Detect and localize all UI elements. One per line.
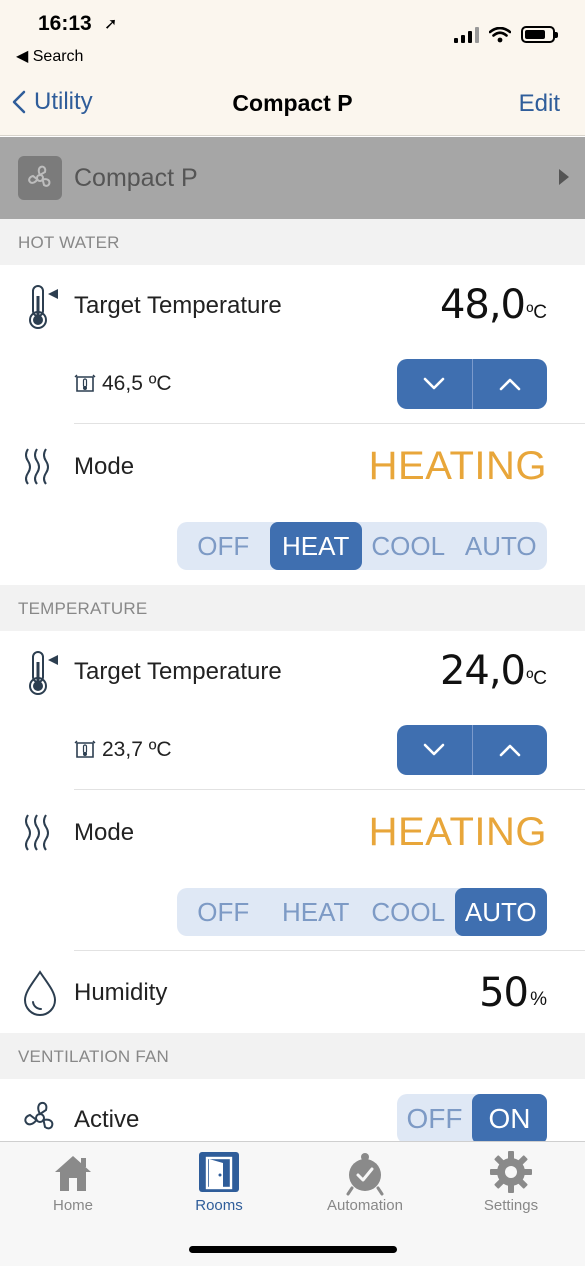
temperature-stepper[interactable] <box>397 359 547 409</box>
edit-button[interactable]: Edit <box>519 90 560 118</box>
increase-button[interactable] <box>471 359 548 409</box>
thermometer-icon <box>29 651 58 695</box>
temperature-unit: ºC <box>526 302 547 323</box>
chevron-down-icon <box>423 377 445 390</box>
mode-option-cool[interactable]: COOL <box>362 522 455 570</box>
wifi-icon <box>489 26 511 42</box>
tab-label: Rooms <box>195 1197 243 1214</box>
tab-label: Settings <box>483 1197 539 1214</box>
fan-icon <box>18 156 62 200</box>
device-name: Compact P <box>74 163 198 192</box>
chevron-up-icon <box>499 378 521 391</box>
tab-label: Automation <box>327 1197 403 1214</box>
door-icon <box>199 1152 239 1192</box>
mode-option-off[interactable]: OFF <box>177 888 270 936</box>
indoor-thermometer-icon <box>74 374 96 392</box>
page-title: Compact P <box>232 90 353 116</box>
target-temperature-value: 48,0 <box>439 282 526 328</box>
humidity-value: 50 <box>479 970 529 1016</box>
section-title: HOT WATER <box>18 233 120 252</box>
indoor-thermometer-icon <box>74 740 96 758</box>
mode-value: HEATING <box>368 444 547 488</box>
target-temperature-label: Target Temperature <box>74 292 282 319</box>
increase-button[interactable] <box>471 725 548 775</box>
target-temperature-label: Target Temperature <box>74 658 282 685</box>
chevron-up-icon <box>499 744 521 757</box>
home-indicator[interactable] <box>189 1246 397 1253</box>
mode-label: Mode <box>74 453 135 480</box>
mode-value: HEATING <box>368 810 547 854</box>
temperature-unit: ºC <box>526 668 547 689</box>
mode-option-heat[interactable]: HEAT <box>269 522 362 570</box>
toggle-option-on[interactable]: ON <box>472 1094 547 1144</box>
current-temperature: 23,7 ºC <box>74 738 172 762</box>
device-header[interactable]: Compact P <box>0 137 585 219</box>
decrease-button[interactable] <box>397 359 472 409</box>
mode-segmented-control[interactable]: OFF HEAT COOL AUTO <box>177 522 547 570</box>
battery-icon <box>521 26 558 43</box>
active-toggle[interactable]: OFF ON <box>397 1094 547 1144</box>
mode-option-auto[interactable]: AUTO <box>454 888 547 936</box>
cellular-signal-icon <box>454 26 479 43</box>
fan-icon <box>24 1102 54 1130</box>
alarm-clock-icon <box>346 1153 384 1196</box>
chevron-down-icon <box>423 743 445 756</box>
mode-option-cool[interactable]: COOL <box>362 888 455 936</box>
divider <box>74 423 585 424</box>
section-header-ventilation-fan: VENTILATION FAN <box>0 1033 585 1079</box>
gear-icon <box>490 1151 532 1193</box>
mode-option-auto[interactable]: AUTO <box>455 522 548 570</box>
status-bar: 16:13 ➚ ◀ Search <box>0 0 585 72</box>
heat-waves-icon <box>25 814 49 851</box>
navigation-bar: Utility Compact P Edit <box>0 72 585 136</box>
humidity-unit: % <box>530 989 547 1010</box>
back-to-app-link[interactable]: ◀ Search <box>16 46 83 66</box>
chevron-right-icon <box>559 169 569 185</box>
tab-label: Home <box>52 1197 93 1214</box>
section-title: VENTILATION FAN <box>18 1047 169 1066</box>
humidity-drop-icon <box>23 970 57 1016</box>
section-title: TEMPERATURE <box>18 599 148 618</box>
divider <box>74 950 585 951</box>
heat-waves-icon <box>25 448 49 485</box>
location-arrow-icon: ➚ <box>104 16 118 33</box>
decrease-button[interactable] <box>397 725 472 775</box>
mode-segmented-control[interactable]: OFF HEAT COOL AUTO <box>177 888 547 936</box>
mode-option-off[interactable]: OFF <box>177 522 270 570</box>
back-to-app-label: Search <box>32 48 84 65</box>
current-temperature-value: 23,7 ºC <box>102 738 172 761</box>
mode-label: Mode <box>74 819 135 846</box>
current-temperature-value: 46,5 ºC <box>102 372 172 395</box>
status-icons <box>454 26 558 43</box>
thermometer-icon <box>29 285 58 329</box>
divider <box>74 789 585 790</box>
humidity-label: Humidity <box>74 979 168 1006</box>
status-time: 16:13 <box>38 12 92 35</box>
home-icon <box>55 1156 91 1191</box>
section-header-hot-water: HOT WATER <box>0 219 585 265</box>
temperature-stepper[interactable] <box>397 725 547 775</box>
active-label: Active <box>74 1106 140 1133</box>
mode-option-heat[interactable]: HEAT <box>270 888 363 936</box>
target-temperature-value: 24,0 <box>439 648 526 694</box>
current-temperature: 46,5 ºC <box>74 372 172 396</box>
toggle-option-off[interactable]: OFF <box>397 1094 472 1144</box>
section-header-temperature: TEMPERATURE <box>0 585 585 631</box>
